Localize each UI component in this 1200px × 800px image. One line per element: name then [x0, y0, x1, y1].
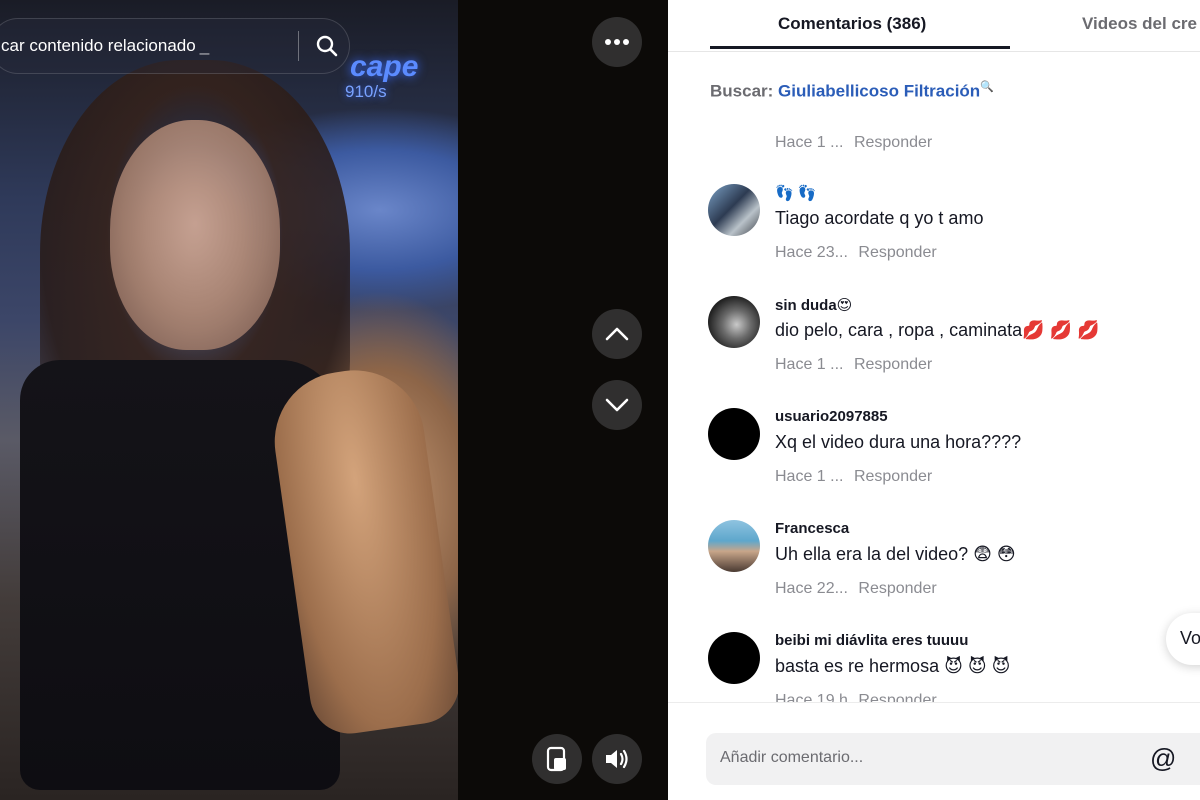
search-icon[interactable] [305, 24, 349, 68]
search-divider [298, 31, 299, 61]
comment-input[interactable]: Añadir comentario... @ [706, 733, 1200, 785]
panel-tabs: Comentarios (386) Videos del cre [668, 0, 1200, 52]
video-subject-face [110, 120, 280, 350]
comment-item: usuario2097885 Xq el video dura una hora… [708, 408, 1178, 508]
comment-item: Francesca Uh ella era la del video? 😨 😳 … [708, 520, 1178, 620]
comment-time: Hace 1 ... [775, 356, 844, 373]
more-options-button[interactable] [592, 17, 642, 67]
related-search-text[interactable]: car contenido relacionado _ [0, 36, 298, 56]
avatar[interactable] [708, 296, 760, 348]
avatar[interactable] [708, 632, 760, 684]
comment-username[interactable]: Francesca [775, 520, 849, 537]
avatar[interactable] [708, 408, 760, 460]
volume-button[interactable] [592, 734, 642, 784]
next-video-button[interactable] [592, 380, 642, 430]
previous-video-button[interactable] [592, 309, 642, 359]
chevron-up-icon [605, 327, 629, 341]
comment-text: basta es re hermosa 😈 😈 😈 [775, 656, 1011, 676]
comment-meta: Hace 22... Responder [775, 580, 937, 598]
comment-text: Tiago acordate q yo t amo [775, 208, 984, 228]
video-player[interactable]: cape 910/s car contenido relacionado _ [0, 0, 668, 800]
comments-panel: Comentarios (386) Videos del cre Buscar:… [668, 0, 1200, 800]
more-icon [605, 39, 629, 45]
mini-player-icon [546, 746, 566, 772]
comment-username[interactable]: beibi mi diávlita eres tuuuu [775, 632, 968, 649]
comment-meta-prev: Hace 1 ... Responder [775, 134, 932, 152]
comment-meta: Hace 1 ... Responder [775, 356, 932, 374]
comment-username[interactable]: usuario2097885 [775, 408, 888, 425]
active-tab-indicator [710, 46, 1010, 49]
comment-meta: Hace 1 ... Responder [775, 468, 932, 486]
related-search-bar[interactable]: car contenido relacionado _ [0, 18, 350, 74]
search-suggestion-label: Buscar: [710, 81, 774, 101]
comment-time: Hace 22... [775, 580, 848, 597]
avatar[interactable] [708, 520, 760, 572]
mini-player-button[interactable] [532, 734, 582, 784]
chevron-down-icon [605, 398, 629, 412]
comment-time: Hace 1 ... [775, 134, 844, 151]
video-frame[interactable]: cape 910/s [0, 0, 458, 800]
comment-username[interactable]: sin duda😍 [775, 296, 852, 314]
comment-text: Xq el video dura una hora???? [775, 432, 1022, 452]
search-suggestion[interactable]: Buscar: Giuliabellicoso Filtración🔍 [710, 80, 994, 102]
reply-button[interactable]: Responder [858, 580, 936, 597]
tab-creator-videos[interactable]: Videos del cre [1082, 14, 1197, 34]
reply-button[interactable]: Responder [854, 356, 932, 373]
reply-button[interactable]: Responder [854, 134, 932, 151]
comment-time: Hace 1 ... [775, 468, 844, 485]
avatar[interactable] [708, 184, 760, 236]
mention-icon[interactable]: @ [1150, 743, 1176, 774]
comment-item: sin duda😍 dio pelo, cara , ropa , camina… [708, 296, 1178, 396]
comment-item: 👣 👣 Tiago acordate q yo t amo Hace 23...… [708, 184, 1178, 284]
tab-comments[interactable]: Comentarios (386) [778, 14, 926, 34]
neon-sign-sub: 910/s [345, 82, 387, 101]
comment-meta: Hace 23... Responder [775, 244, 937, 262]
comment-username[interactable]: 👣 👣 [775, 184, 817, 202]
reply-button[interactable]: Responder [854, 468, 932, 485]
search-suggestion-icon: 🔍 [980, 81, 994, 93]
comment-input-placeholder: Añadir comentario... [720, 749, 864, 766]
comment-text: dio pelo, cara , ropa , caminata💋 💋 💋 [775, 320, 1100, 340]
comment-time: Hace 23... [775, 244, 848, 261]
search-suggestion-query[interactable]: Giuliabellicoso Filtración [778, 82, 980, 101]
comment-composer: Añadir comentario... @ [668, 702, 1200, 800]
speaker-icon [606, 749, 628, 769]
comment-text: Uh ella era la del video? 😨 😳 [775, 544, 1016, 564]
reply-button[interactable]: Responder [858, 244, 936, 261]
